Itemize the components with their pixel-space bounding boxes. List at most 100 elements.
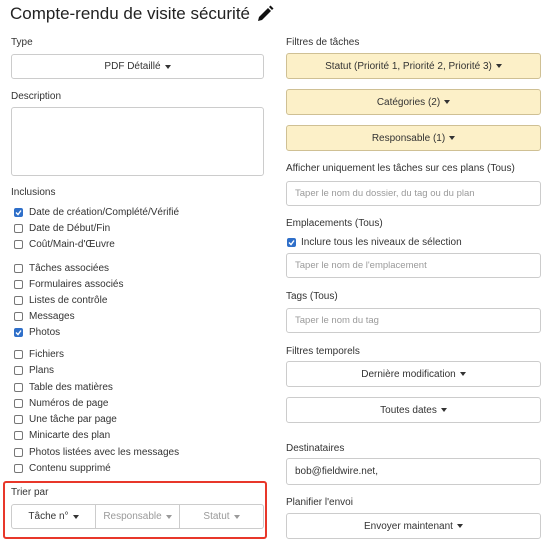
plans-filter-label: Afficher uniquement les tâches sur ces p… bbox=[286, 163, 515, 174]
chevron-down-icon bbox=[72, 514, 79, 519]
inclusion-checkbox[interactable] bbox=[14, 447, 23, 457]
chevron-down-icon bbox=[495, 64, 502, 68]
page-title-row: Compte-rendu de visite sécurité bbox=[10, 3, 274, 25]
sort-label: Trier par bbox=[11, 487, 49, 498]
sort-option-label: Tâche n° bbox=[28, 511, 69, 522]
inclusion-label: Date de création/Complété/Vérifié bbox=[29, 206, 180, 218]
inclusion-checkbox[interactable] bbox=[14, 382, 23, 392]
inclusion-item[interactable]: Une tâche par page bbox=[14, 412, 117, 426]
send-now-dropdown[interactable]: Envoyer maintenant bbox=[286, 513, 541, 539]
time-filters-label: Filtres temporels bbox=[286, 346, 360, 357]
inclusion-item[interactable]: Date de création/Complété/Vérifié bbox=[14, 205, 179, 219]
schedule-label: Planifier l'envoi bbox=[286, 497, 353, 508]
sort-option-label: Responsable bbox=[103, 511, 162, 522]
task-filters-label: Filtres de tâches bbox=[286, 37, 360, 48]
responsible-filter-dropdown[interactable]: Responsable (1) bbox=[286, 125, 541, 151]
inclusion-item[interactable]: Date de Début/Fin bbox=[14, 221, 110, 235]
chevron-down-icon bbox=[449, 136, 456, 140]
inclusion-label: Une tâche par page bbox=[29, 413, 117, 425]
tags-input[interactable]: Taper le nom du tag bbox=[286, 308, 541, 333]
inclusion-label: Tâches associées bbox=[29, 262, 110, 274]
description-textarea[interactable] bbox=[11, 107, 264, 176]
inclusion-item[interactable]: Table des matières bbox=[14, 380, 113, 394]
categories-filter-dropdown[interactable]: Catégories (2) bbox=[286, 89, 541, 115]
inclusion-label: Plans bbox=[29, 364, 55, 376]
pencil-icon[interactable] bbox=[256, 5, 274, 23]
inclusion-checkbox[interactable] bbox=[14, 223, 23, 233]
inclusion-label: Listes de contrôle bbox=[29, 294, 108, 306]
inclusion-item[interactable]: Photos bbox=[14, 325, 60, 339]
inclusion-item[interactable]: Plans bbox=[14, 363, 54, 377]
inclusion-label: Messages bbox=[29, 310, 75, 322]
inclusion-checkbox[interactable] bbox=[14, 311, 23, 321]
sort-option-label: Statut bbox=[203, 511, 230, 522]
inclusion-item[interactable]: Tâches associées bbox=[14, 261, 109, 275]
all-dates-value: Toutes dates bbox=[380, 404, 437, 416]
type-label: Type bbox=[11, 37, 33, 48]
chevron-down-icon bbox=[440, 408, 447, 412]
chevron-down-icon bbox=[459, 372, 466, 376]
sort-option-status[interactable]: Statut bbox=[179, 504, 264, 529]
chevron-down-icon bbox=[456, 524, 463, 528]
inclusion-checkbox[interactable] bbox=[14, 327, 23, 337]
chevron-down-icon bbox=[164, 64, 171, 69]
send-now-value: Envoyer maintenant bbox=[364, 520, 453, 532]
inclusion-checkbox[interactable] bbox=[14, 207, 23, 217]
inclusion-checkbox[interactable] bbox=[14, 295, 23, 305]
inclusion-label: Photos bbox=[29, 326, 61, 338]
inclusion-item[interactable]: Messages bbox=[14, 309, 75, 323]
include-levels-checkbox-row[interactable]: Inclure tous les niveaux de sélection bbox=[287, 235, 462, 249]
status-filter-dropdown[interactable]: Statut (Priorité 1, Priorité 2, Priorité… bbox=[286, 53, 541, 79]
categories-filter-value: Catégories (2) bbox=[376, 96, 441, 108]
all-dates-dropdown[interactable]: Toutes dates bbox=[286, 397, 541, 423]
responsible-filter-value: Responsable (1) bbox=[371, 132, 446, 144]
chevron-down-icon bbox=[165, 514, 172, 519]
inclusion-checkbox[interactable] bbox=[14, 263, 23, 273]
inclusion-label: Fichiers bbox=[29, 348, 65, 360]
inclusion-item[interactable]: Numéros de page bbox=[14, 396, 109, 410]
inclusion-label: Photos listées avec les messages bbox=[29, 446, 180, 458]
inclusion-checkbox[interactable] bbox=[14, 463, 23, 473]
inclusion-label: Table des matières bbox=[29, 381, 113, 393]
type-dropdown[interactable]: PDF Détaillé bbox=[11, 54, 264, 79]
inclusion-item[interactable]: Fichiers bbox=[14, 347, 64, 361]
inclusion-item[interactable]: Minicarte des plan bbox=[14, 428, 110, 442]
locations-label: Emplacements (Tous) bbox=[286, 218, 383, 229]
inclusion-checkbox[interactable] bbox=[14, 414, 23, 424]
location-input[interactable]: Taper le nom de l'emplacement bbox=[286, 253, 541, 278]
inclusion-checkbox[interactable] bbox=[14, 349, 23, 359]
sort-option-task-number[interactable]: Tâche n° bbox=[11, 504, 96, 529]
inclusion-item[interactable]: Coût/Main-d'Œuvre bbox=[14, 237, 115, 251]
inclusion-label: Minicarte des plan bbox=[29, 429, 111, 441]
inclusion-item[interactable]: Formulaires associés bbox=[14, 277, 123, 291]
type-dropdown-value: PDF Détaillé bbox=[104, 61, 161, 72]
inclusions-label: Inclusions bbox=[11, 187, 56, 198]
chevron-down-icon bbox=[233, 514, 240, 519]
inclusion-label: Date de Début/Fin bbox=[29, 222, 111, 234]
sort-option-responsible[interactable]: Responsable bbox=[95, 504, 180, 529]
status-filter-value: Statut (Priorité 1, Priorité 2, Priorité… bbox=[325, 60, 492, 72]
inclusion-item[interactable]: Photos listées avec les messages bbox=[14, 445, 179, 459]
inclusion-item[interactable]: Listes de contrôle bbox=[14, 293, 107, 307]
description-label: Description bbox=[11, 91, 62, 102]
inclusion-label: Numéros de page bbox=[29, 397, 109, 409]
last-modified-dropdown[interactable]: Dernière modification bbox=[286, 361, 541, 387]
plans-search-input[interactable]: Taper le nom du dossier, du tag ou du pl… bbox=[286, 181, 541, 206]
chevron-down-icon bbox=[444, 100, 451, 104]
include-levels-label: Inclure tous les niveaux de sélection bbox=[301, 236, 462, 248]
page-title: Compte-rendu de visite sécurité bbox=[10, 4, 251, 23]
inclusion-label: Coût/Main-d'Œuvre bbox=[29, 238, 115, 250]
inclusion-checkbox[interactable] bbox=[14, 239, 23, 249]
recipients-input[interactable]: bob@fieldwire.net, bbox=[286, 458, 541, 485]
include-levels-checkbox[interactable] bbox=[287, 237, 296, 247]
inclusion-label: Contenu supprimé bbox=[29, 462, 111, 474]
recipients-label: Destinataires bbox=[286, 443, 345, 454]
inclusion-checkbox[interactable] bbox=[14, 365, 23, 375]
inclusion-item[interactable]: Contenu supprimé bbox=[14, 461, 111, 475]
inclusion-checkbox[interactable] bbox=[14, 279, 23, 289]
inclusion-checkbox[interactable] bbox=[14, 398, 23, 408]
last-modified-value: Dernière modification bbox=[361, 368, 456, 380]
inclusion-checkbox[interactable] bbox=[14, 430, 23, 440]
tags-label: Tags (Tous) bbox=[286, 291, 338, 302]
inclusion-label: Formulaires associés bbox=[29, 278, 124, 290]
